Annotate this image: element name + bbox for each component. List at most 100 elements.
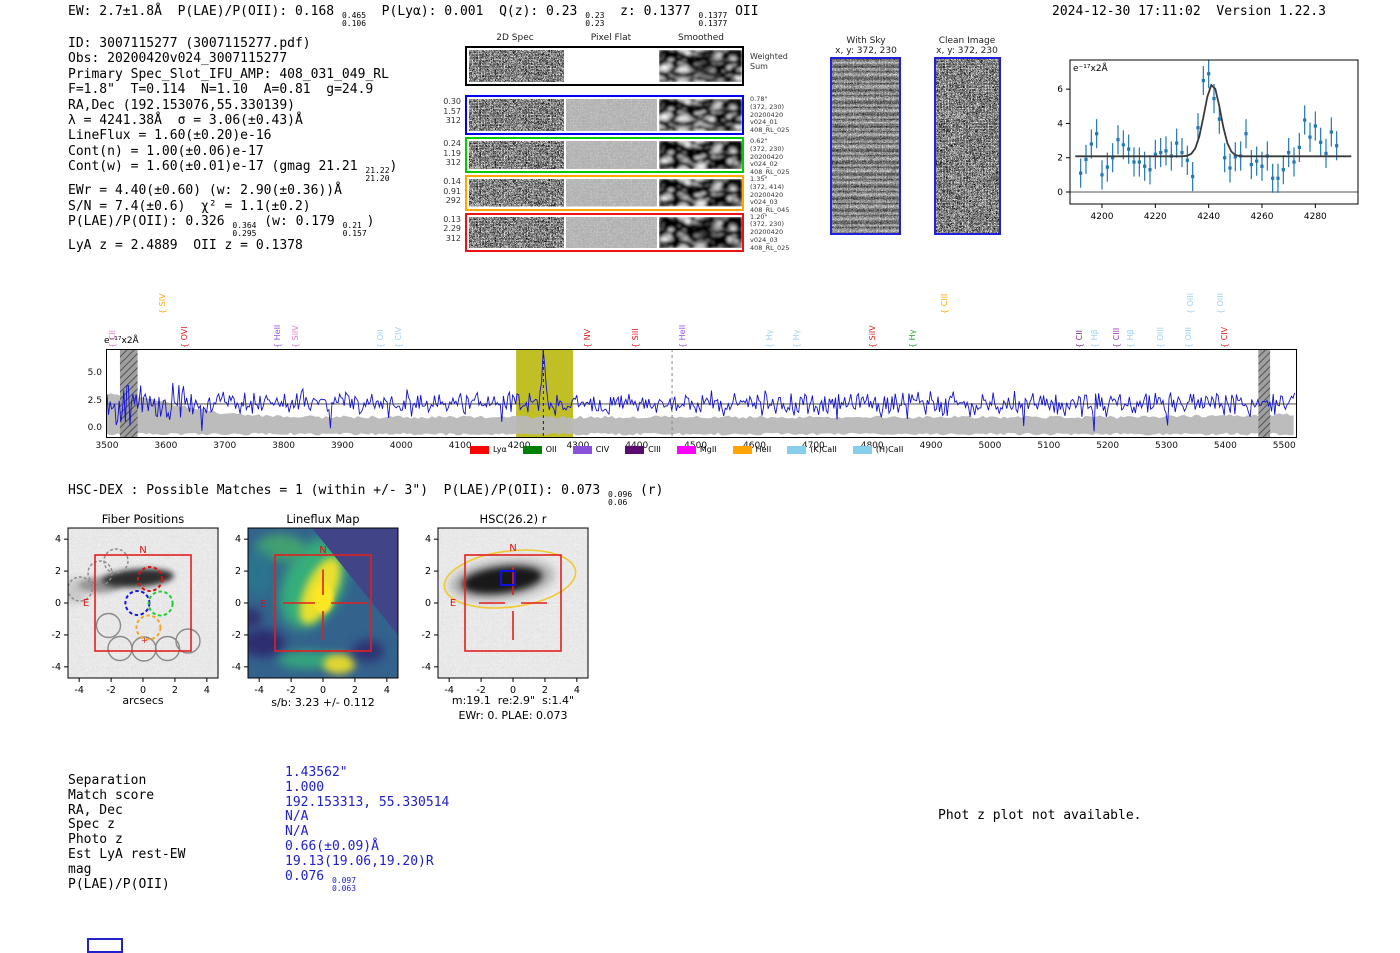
report-datetime: 2024-12-30 17:11:02 (1052, 4, 1201, 19)
main-spectrum-chart (106, 349, 1297, 438)
emission-line-label-cii: { CII (1075, 330, 1085, 348)
x-tick: 3900 (326, 441, 358, 451)
svg-text:4280: 4280 (1304, 212, 1327, 222)
east-label: E (260, 599, 266, 610)
svg-text:4: 4 (1057, 119, 1063, 129)
svg-text:2: 2 (55, 566, 61, 577)
line-fit-inset-chart: 024642004220424042604280e⁻¹⁷x2Å (1040, 52, 1370, 232)
legend-swatch (787, 446, 806, 454)
north-label: N (319, 545, 326, 556)
info-line: Cont(w) = 1.60(±0.01)e-17 (gmag 21.21 21… (68, 159, 397, 183)
match-row-value: 1.43562" (285, 766, 449, 781)
x-tick: 5000 (974, 441, 1006, 451)
spec2d-row-right-info: 0.78"(372, 230)20200420v024_01408_RL_025 (750, 96, 789, 135)
info-line: λ = 4241.38Å σ = 3.06(±0.43)Å (68, 113, 397, 128)
north-label: N (139, 545, 146, 556)
legend-item-mgii: MgII (677, 445, 717, 454)
x-tick: 5100 (1033, 441, 1065, 451)
detection-info-block: ID: 3007115277 (3007115277.pdf)Obs: 2020… (68, 36, 397, 253)
emission-line-label-civ: { CIV (1220, 327, 1230, 348)
x-tick: 3800 (268, 441, 300, 451)
svg-text:4260: 4260 (1251, 212, 1274, 222)
emission-line-label-ovi: { OVI (180, 326, 190, 348)
emission-line-label-oiii: { OIII (1216, 293, 1226, 314)
timestamp-version: 2024-12-30 17:11:02 Version 1.22.3 (1052, 4, 1326, 19)
match-row-value: 0.66(±0.09)Å (285, 840, 449, 855)
svg-text:4: 4 (384, 685, 390, 696)
footer-marker (87, 938, 123, 953)
emission-line-label-hγ: { Hγ (908, 330, 918, 348)
match-row-value: N/A (285, 810, 449, 825)
match-row-value: 192.153313, 55.330514 (285, 796, 449, 811)
clean-panel-title: Clean Image (922, 36, 1012, 46)
svg-text:-4: -4 (422, 662, 431, 673)
spec2d-row (465, 137, 744, 173)
emission-line-label-siiv: { SiIV (868, 325, 878, 348)
svg-text:+: + (141, 636, 148, 645)
legend-item-lyα: Lyα (470, 445, 507, 454)
svg-text:-4: -4 (232, 662, 241, 673)
info-line: RA,Dec (192.153076,55.330139) (68, 98, 397, 113)
spec2d-row-right-info: 1.35"(372, 414)20200420v024_03408_RL_045 (750, 176, 789, 215)
east-label: E (83, 598, 89, 609)
phot-z-message: Phot z plot not available. (938, 808, 1142, 823)
svg-text:4220: 4220 (1144, 212, 1167, 222)
legend-item-hcaii: (H)CaII (853, 445, 903, 454)
svg-text:0: 0 (320, 685, 326, 696)
svg-text:0: 0 (1057, 188, 1063, 198)
y-tick: 0.0 (76, 423, 102, 433)
clean-image (934, 57, 1001, 235)
legend-swatch (677, 446, 696, 454)
emission-line-label-hγ: { Hγ (792, 330, 802, 348)
fiber-positions-panel: + N E -4-4-2-2002244 (28, 523, 228, 703)
emission-line-label-oii: { OII (376, 329, 386, 348)
match-row-label: P(LAE)/P(OII) (68, 878, 185, 893)
info-line: LineFlux = 1.60(±0.20)e-16 (68, 128, 397, 143)
match-row-label: Match score (68, 789, 185, 804)
emission-line-label-heii: { HeII (273, 325, 283, 348)
y-tick: 2.5 (76, 396, 102, 406)
legend-swatch (853, 446, 872, 454)
match-row-label: RA, Dec (68, 804, 185, 819)
spec2d-row-left-stats: 0.301.57312 (425, 97, 461, 126)
lineflux-map-panel: N E -4-4-2-2002244 (208, 523, 408, 703)
match-row-value: 0.076 0.0970.063 (285, 870, 449, 893)
emission-line-label-hβ: { Hβ (1126, 329, 1136, 348)
spec2d-row (465, 46, 744, 86)
legend-item-kcaii: (K)CaII (787, 445, 837, 454)
x-tick: 5400 (1209, 441, 1241, 451)
svg-text:0: 0 (425, 598, 431, 609)
match-row-value: 1.000 (285, 781, 449, 796)
emission-line-label-nv: { NV (583, 329, 593, 348)
info-line: F=1.8" T=0.114 N=1.10 A=0.81 g=24.9 (68, 82, 397, 97)
east-label: E (450, 598, 456, 609)
info-line: Cont(n) = 1.00(±0.06)e-17 (68, 144, 397, 159)
emission-line-label-siii: { SiII (631, 328, 641, 348)
emission-line-label-ciii: { CIII (940, 294, 950, 314)
legend-item-heii: HeII (733, 445, 772, 454)
legend-swatch (523, 446, 542, 454)
svg-text:-2: -2 (422, 630, 431, 641)
summary-header: EW: 2.7±1.8Å P(LAE)/P(OII): 0.168 0.4650… (68, 4, 759, 28)
svg-text:4: 4 (55, 534, 61, 545)
svg-text:2: 2 (425, 566, 431, 577)
hsc-image-panel: N E -4-4-2-2002244 (398, 523, 598, 703)
svg-text:4240: 4240 (1197, 212, 1220, 222)
svg-text:-2: -2 (52, 630, 61, 641)
x-tick: 5500 (1268, 441, 1300, 451)
spec2d-row (465, 175, 744, 211)
legend-item-civ: CIV (573, 445, 609, 454)
svg-text:2: 2 (1057, 154, 1063, 164)
match-row-label: Spec z (68, 818, 185, 833)
svg-text:2: 2 (352, 685, 358, 696)
info-line: P(LAE)/P(OII): 0.326 0.3640.295 (w: 0.17… (68, 214, 397, 238)
spec2d-row-left-stats: 0.140.91292 (425, 177, 461, 206)
x-tick: 3600 (150, 441, 182, 451)
y-tick: 5.0 (76, 368, 102, 378)
svg-text:-4: -4 (52, 662, 61, 673)
with-sky-image (830, 57, 901, 235)
emission-line-label-siiv: { SiIV (291, 325, 301, 348)
svg-text:6: 6 (1057, 85, 1063, 95)
report-version: Version 1.22.3 (1216, 4, 1326, 19)
emission-line-label-oiii: { OIII (1186, 293, 1196, 314)
